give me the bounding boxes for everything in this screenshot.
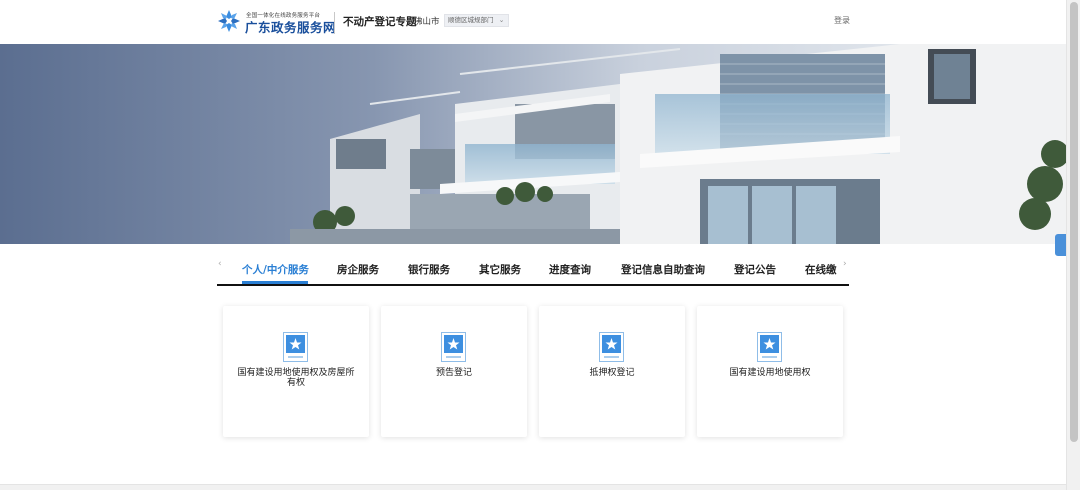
card-label: 国有建设用地使用权及房屋所有权 <box>237 368 355 388</box>
horizontal-scrollbar[interactable] <box>0 484 1066 490</box>
service-card[interactable]: 预告登记 <box>381 306 527 437</box>
tab-developer[interactable]: 房企服务 <box>337 262 379 277</box>
hero-banner <box>0 44 1066 244</box>
document-star-icon <box>757 332 782 362</box>
tab-progress-query[interactable]: 进度查询 <box>549 262 591 277</box>
document-star-icon <box>599 332 624 362</box>
chevron-down-icon: ⌄ <box>498 16 505 24</box>
tab-announcement[interactable]: 登记公告 <box>734 262 776 277</box>
tab-self-query[interactable]: 登记信息自助查询 <box>621 262 705 277</box>
topic-title: 不动产登记专题 <box>343 16 417 28</box>
service-tabs: 个人/中介服务 房企服务 银行服务 其它服务 进度查询 登记信息自助查询 登记公… <box>217 256 849 286</box>
city-label[interactable]: 佛山市 <box>414 15 440 27</box>
card-label: 预告登记 <box>435 368 472 378</box>
card-label: 抵押权登记 <box>589 368 635 378</box>
tab-other[interactable]: 其它服务 <box>479 262 521 277</box>
service-card[interactable]: 国有建设用地使用权 <box>697 306 843 437</box>
document-star-icon <box>283 332 308 362</box>
card-label: 国有建设用地使用权 <box>729 368 811 378</box>
guangdong-logo-icon[interactable] <box>217 9 241 33</box>
document-star-icon <box>441 332 466 362</box>
top-header: 全国一体化在线政务服务平台 广东政务服务网 不动产登记专题 佛山市 顺德区城规部… <box>0 0 1066 44</box>
tab-online-payment[interactable]: 在线缴 <box>805 262 837 277</box>
department-select-value: 顺德区城规部门 <box>448 16 494 24</box>
login-link[interactable]: 登录 <box>834 15 850 26</box>
vertical-scrollbar[interactable] <box>1066 0 1080 490</box>
tab-bank[interactable]: 银行服务 <box>408 262 450 277</box>
department-select[interactable]: 顺德区城规部门 ⌄ <box>444 14 509 27</box>
page: 全国一体化在线政务服务平台 广东政务服务网 不动产登记专题 佛山市 顺德区城规部… <box>0 0 1080 490</box>
vertical-scrollbar-thumb[interactable] <box>1070 2 1078 442</box>
tab-personal-agency[interactable]: 个人/中介服务 <box>242 262 309 277</box>
header-divider <box>334 12 335 34</box>
brand-title[interactable]: 广东政务服务网 <box>245 17 336 36</box>
side-float-tab[interactable] <box>1055 234 1066 256</box>
active-tab-indicator <box>242 281 308 284</box>
service-card[interactable]: 抵押权登记 <box>539 306 685 437</box>
banner-building-image <box>0 44 1066 244</box>
service-card[interactable]: 国有建设用地使用权及房屋所有权 <box>223 306 369 437</box>
